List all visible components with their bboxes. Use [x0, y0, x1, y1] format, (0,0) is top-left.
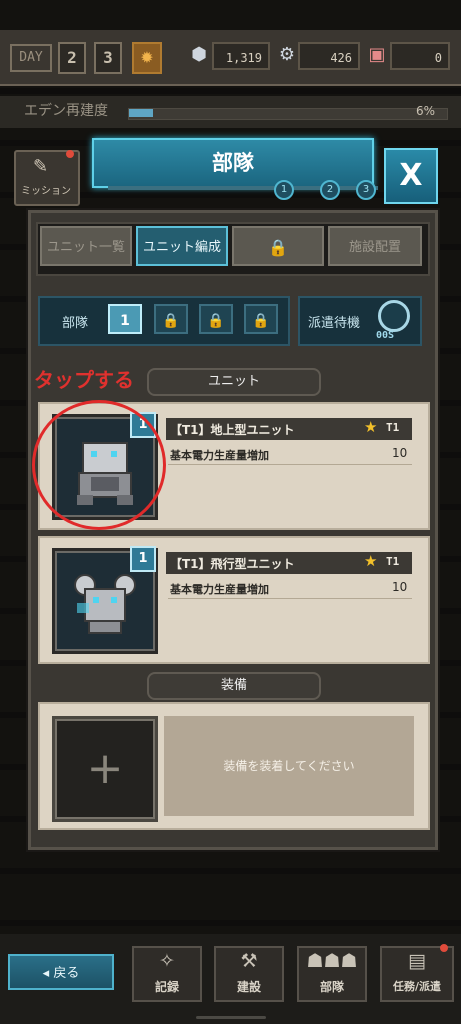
troop-label: 部隊: [62, 316, 89, 331]
home-indicator: [196, 1016, 266, 1019]
add-equipment-button[interactable]: +: [52, 716, 158, 822]
nav-troop-label: 部隊: [319, 980, 344, 994]
units-section-header: ユニット: [147, 368, 321, 396]
star-icon: ★: [364, 418, 378, 436]
nav-records-label: 記録: [154, 980, 179, 994]
stat-divider: [168, 598, 412, 599]
tap-annotation: タップする: [34, 368, 134, 392]
page-dot-3: 3: [356, 180, 376, 200]
unit-name: 【T1】地上型ユニット: [170, 423, 295, 437]
day-digit-tens: 2: [58, 42, 86, 74]
page-dot-1: 1: [274, 180, 294, 200]
resource-battery-value: 0: [390, 42, 450, 70]
day-label: DAY: [10, 44, 52, 72]
stat-divider: [168, 464, 412, 465]
unit-level-badge: 1: [130, 546, 156, 572]
document-icon: ▤: [408, 950, 426, 972]
cube-icon: ⬢: [191, 44, 207, 65]
gear-part-icon: ⚙: [278, 44, 296, 65]
hammer-icon: ⚒: [240, 950, 258, 972]
troop-slot-1[interactable]: 1: [108, 304, 142, 334]
unit-stat-label: 基本電力生産量増加: [170, 449, 269, 462]
star-icon: ★: [364, 552, 378, 570]
battery-icon: ▣: [368, 44, 386, 65]
close-button[interactable]: X: [384, 148, 438, 204]
troop-slot-locked-4[interactable]: 🔒: [244, 304, 278, 334]
settings-gear-icon[interactable]: ✹: [132, 42, 162, 74]
group-icon: ☗☗☗: [306, 950, 358, 972]
unit-name: 【T1】飛行型ユニット: [170, 557, 295, 571]
pencil-note-icon: ✎: [33, 156, 49, 177]
back-button[interactable]: ◂ 戻る: [8, 954, 114, 990]
tasks-notification-dot: [440, 944, 448, 952]
standby-label: 派遣待機: [308, 316, 361, 331]
page-dot-2: 2: [320, 180, 340, 200]
standby-ring-icon: [378, 300, 410, 332]
nav-tasks-label: 任務/派遣: [392, 980, 442, 993]
tab-unit-formation[interactable]: ユニット編成: [136, 226, 228, 266]
tab-locked[interactable]: 🔒: [232, 226, 324, 266]
troop-slot-locked-2[interactable]: 🔒: [154, 304, 188, 334]
mission-label: ミッション: [21, 186, 71, 197]
mission-notification-dot: [66, 150, 74, 158]
nav-build-label: 建設: [236, 980, 261, 994]
equipment-message: 装備を装着してください: [223, 759, 355, 773]
eden-label: エデン再建度: [24, 103, 108, 119]
standby-timer: 00S: [376, 330, 395, 341]
unit-stat-value: 10: [392, 446, 408, 460]
compass-star-icon: ✧: [159, 950, 175, 972]
day-digit-ones: 3: [94, 42, 122, 74]
unit-stat-label: 基本電力生産量増加: [170, 583, 269, 596]
tab-unit-list[interactable]: ユニット一覧: [40, 226, 132, 266]
annotation-circle: [32, 400, 166, 530]
tab-facility-placement[interactable]: 施設配置: [328, 226, 422, 266]
eden-progress-track: [128, 108, 448, 120]
eden-percent: 6%: [416, 104, 436, 118]
resource-gear-value: 426: [298, 42, 360, 70]
unit-stat-value: 10: [392, 580, 408, 594]
eden-progress-fill: [129, 109, 153, 117]
unit-tier: T1: [386, 555, 400, 568]
unit-tier: T1: [386, 421, 400, 434]
troop-slot-locked-3[interactable]: 🔒: [199, 304, 233, 334]
resource-cube-value: 1,319: [212, 42, 270, 70]
equipment-section-header: 装備: [147, 672, 321, 700]
